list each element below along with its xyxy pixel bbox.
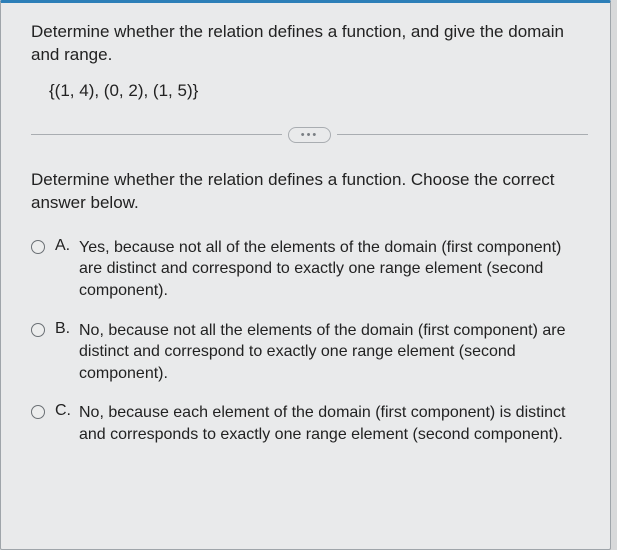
option-a[interactable]: A. Yes, because not all of the elements … — [31, 237, 588, 302]
option-b[interactable]: B. No, because not all the elements of t… — [31, 320, 588, 385]
subquestion-prompt: Determine whether the relation defines a… — [31, 169, 588, 215]
option-letter: C. — [55, 402, 79, 420]
option-letter: B. — [55, 320, 79, 338]
radio-icon[interactable] — [31, 405, 45, 419]
section-divider: ••• — [31, 127, 588, 143]
relation-set: {(1, 4), (0, 2), (1, 5)} — [49, 81, 588, 101]
radio-icon[interactable] — [31, 240, 45, 254]
question-card: Determine whether the relation defines a… — [0, 0, 611, 550]
option-letter: A. — [55, 237, 79, 255]
question-prompt: Determine whether the relation defines a… — [31, 21, 588, 67]
options-group: A. Yes, because not all of the elements … — [31, 237, 588, 446]
option-c[interactable]: C. No, because each element of the domai… — [31, 402, 588, 445]
expand-button[interactable]: ••• — [288, 127, 332, 143]
divider-line-right — [337, 134, 588, 135]
option-text: No, because not all the elements of the … — [79, 320, 588, 385]
option-text: No, because each element of the domain (… — [79, 402, 588, 445]
radio-icon[interactable] — [31, 323, 45, 337]
option-text: Yes, because not all of the elements of … — [79, 237, 588, 302]
divider-line-left — [31, 134, 282, 135]
